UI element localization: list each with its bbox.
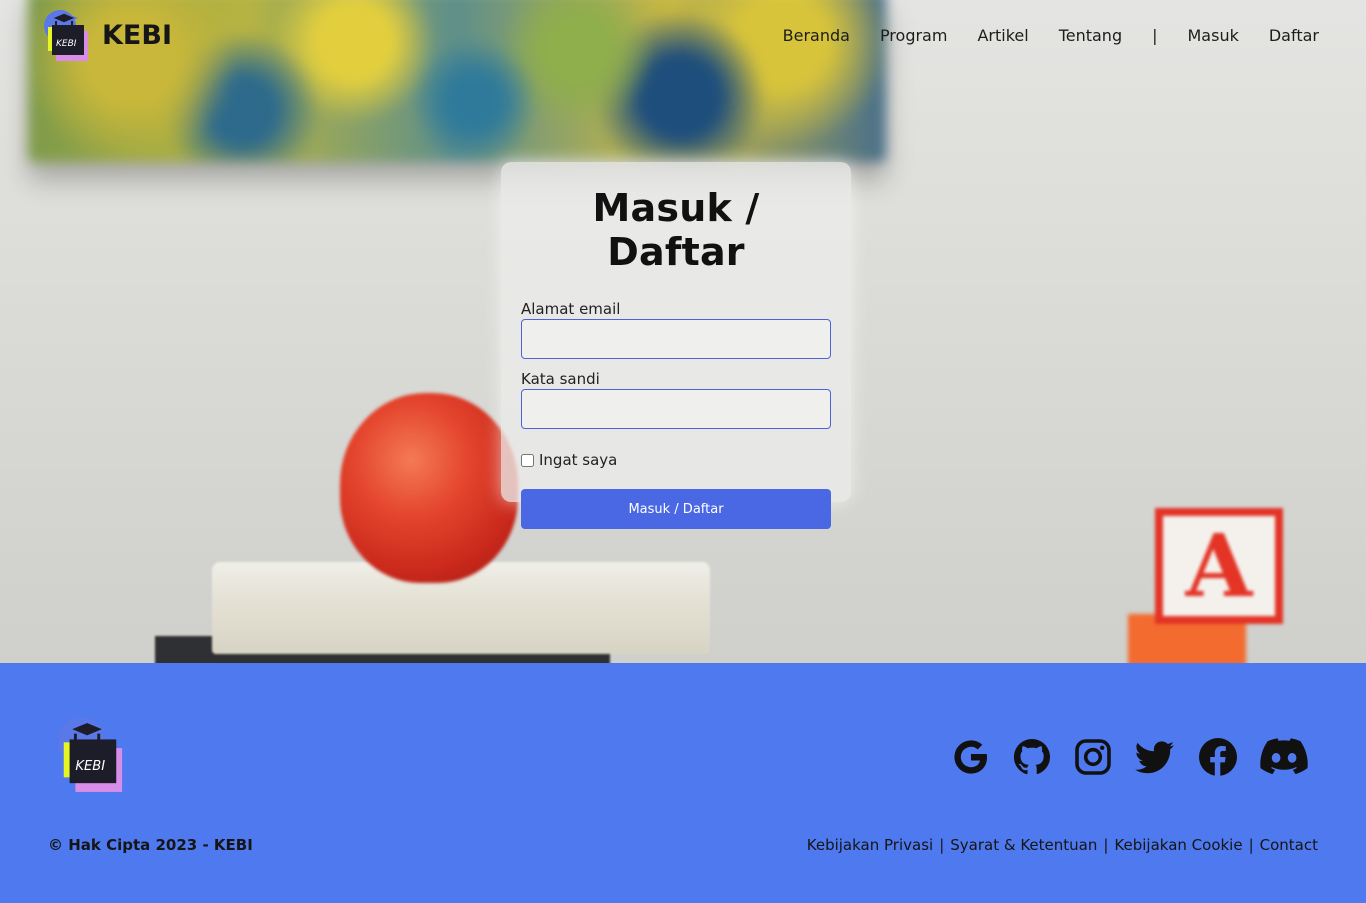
footer-kebi-logo-icon[interactable]: KEBI [55, 716, 125, 792]
twitter-icon[interactable] [1134, 737, 1176, 781]
social-links [951, 736, 1308, 782]
nav-item-tentang[interactable]: Tentang [1059, 26, 1122, 45]
nav-menu: Beranda Program Artikel Tentang | Masuk … [783, 26, 1319, 45]
svg-text:KEBI: KEBI [56, 39, 77, 49]
email-label: Alamat email [521, 300, 621, 318]
footer-link-privacy[interactable]: Kebijakan Privasi [807, 836, 933, 854]
login-submit-button[interactable]: Masuk / Daftar [521, 489, 831, 529]
brand-name[interactable]: KEBI [102, 20, 172, 51]
remember-me-label[interactable]: Ingat saya [539, 451, 617, 469]
footer-link-terms[interactable]: Syarat & Ketentuan [950, 836, 1097, 854]
footer-link-contact[interactable]: Contact [1260, 836, 1318, 854]
kebi-logo-icon[interactable]: KEBI [42, 9, 90, 61]
nav-separator: | [1152, 26, 1158, 45]
nav-item-artikel[interactable]: Artikel [977, 26, 1028, 45]
copyright-text: © Hak Cipta 2023 - KEBI [48, 836, 253, 854]
password-input[interactable] [521, 389, 831, 429]
discord-icon[interactable] [1260, 738, 1308, 780]
login-title: Masuk / Daftar [592, 186, 760, 274]
footer-link-separator: | [939, 836, 945, 854]
github-icon[interactable] [1012, 737, 1052, 781]
google-icon[interactable] [951, 737, 991, 781]
footer-link-cookie[interactable]: Kebijakan Cookie [1114, 836, 1242, 854]
password-label: Kata sandi [521, 370, 600, 388]
instagram-icon[interactable] [1073, 737, 1113, 781]
footer: KEBI © Hak Cipta 2023 - KEBI Kebijakan P… [0, 663, 1366, 903]
svg-text:KEBI: KEBI [75, 759, 105, 774]
background-block-a: A [1155, 508, 1283, 624]
footer-link-separator: | [1248, 836, 1254, 854]
remember-me-checkbox[interactable] [521, 453, 534, 467]
nav-item-masuk[interactable]: Masuk [1188, 26, 1239, 45]
facebook-icon[interactable] [1197, 736, 1239, 782]
remember-me-row: Ingat saya [521, 451, 831, 469]
footer-link-separator: | [1103, 836, 1109, 854]
nav-item-daftar[interactable]: Daftar [1269, 26, 1319, 45]
footer-links: Kebijakan Privasi | Syarat & Ketentuan |… [807, 836, 1318, 854]
email-input[interactable] [521, 319, 831, 359]
top-navbar: KEBI KEBI Beranda Program Artikel Tentan… [0, 0, 1366, 72]
background-apple [340, 393, 518, 583]
login-card: Masuk / Daftar Alamat email Kata sandi I… [501, 162, 851, 529]
nav-item-program[interactable]: Program [880, 26, 948, 45]
nav-item-beranda[interactable]: Beranda [783, 26, 850, 45]
